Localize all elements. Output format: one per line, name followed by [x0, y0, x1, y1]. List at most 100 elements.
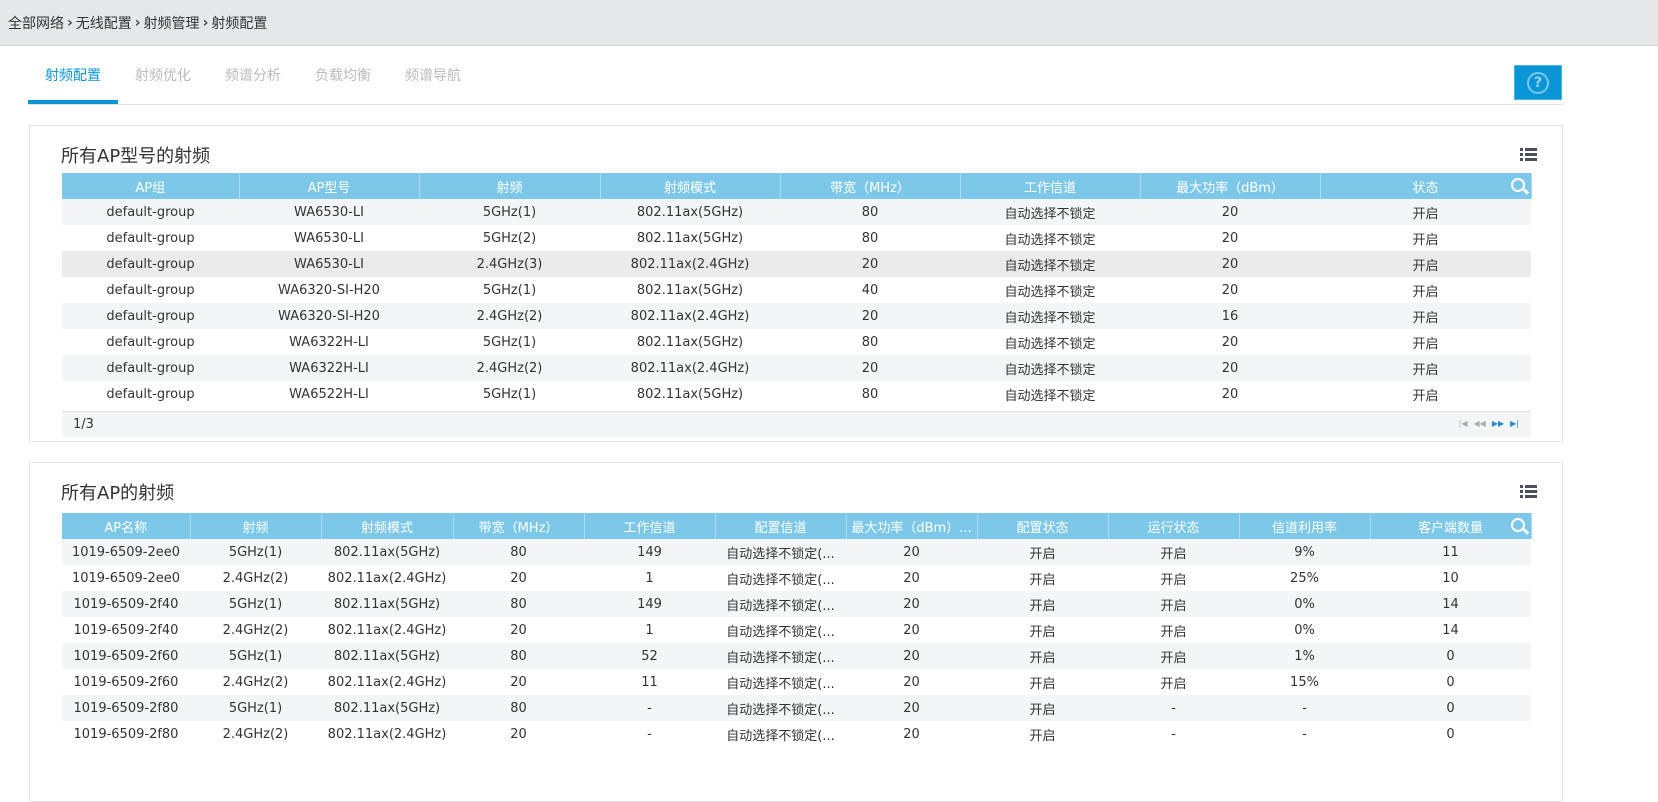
column-header[interactable]: 状态 — [1320, 173, 1532, 199]
table-row[interactable]: default-group WA6530-LI 5GHz(1) 802.11ax(5G… — [62, 199, 1531, 225]
table-row[interactable]: default-group WA6530-LI 5GHz(2) 802.11ax(5G… — [62, 225, 1531, 251]
table-cell: default-group — [106, 230, 195, 246]
table-cell: 开启 — [1412, 336, 1439, 352]
table-row[interactable]: default-group WA6522H-LI 5GHz(1) 802.11ax(5… — [62, 381, 1531, 407]
column-header[interactable]: 带宽（MHz） — [453, 513, 585, 539]
table-cell: 5GHz(1) — [190, 695, 321, 721]
tab-radio-optimization[interactable]: 射频优化 — [118, 56, 208, 104]
table-cell: 40 — [861, 282, 879, 298]
table-row[interactable]: 1019-6509-2f40 2.4GHz(2) 802.11ax(2.4GHz) 2… — [62, 617, 1531, 643]
column-header[interactable]: AP型号 — [239, 173, 420, 199]
table-row[interactable]: default-group WA6320-SI-H20 5GHz(1) 802.11a… — [62, 277, 1531, 303]
list-menu-icon[interactable] — [1520, 148, 1537, 161]
column-header-label: 带宽（MHz） — [478, 520, 559, 536]
table-cell: WA6530-LI — [294, 230, 364, 246]
table-cell: 802.11ax(5GHz) — [636, 386, 744, 402]
column-header[interactable]: 射频 — [190, 513, 322, 539]
table-row[interactable]: 1019-6509-2f80 5GHz(1) 802.11ax(5GHz) 80- 自动… — [62, 695, 1531, 721]
column-header[interactable]: 配置信道 — [715, 513, 847, 539]
column-header[interactable]: 配置状态 — [977, 513, 1109, 539]
breadcrumb-item[interactable]: 全部网络 — [8, 13, 64, 33]
table-row[interactable]: 1019-6509-2f60 5GHz(1) 802.11ax(5GHz) 80 52 自… — [62, 643, 1531, 669]
breadcrumb-item[interactable]: 无线配置 — [76, 13, 132, 33]
column-header-label: 射频模式 — [360, 520, 413, 536]
column-header[interactable]: 最大功率（dBm） — [1140, 173, 1321, 199]
tab-spectrum-navigation[interactable]: 频谱导航 — [388, 56, 478, 104]
table-cell: 0 — [1370, 643, 1531, 669]
table-cell: 自动选择不锁定 — [960, 303, 1140, 329]
first-page-icon[interactable]: |◀ — [1459, 419, 1468, 428]
table-cell: default-group — [106, 334, 195, 350]
breadcrumb-item[interactable]: 射频管理 — [144, 13, 200, 33]
column-header[interactable]: 客户端数量 — [1370, 513, 1532, 539]
column-header[interactable]: 射频 — [419, 173, 601, 199]
table-cell: 自动选择不锁定 — [1004, 232, 1096, 248]
last-page-icon[interactable]: ▶| — [1510, 419, 1519, 428]
table-row[interactable]: default-group WA6320-SI-H20 2.4GHz(2) 802.1… — [62, 303, 1531, 329]
table-cell: 802.11ax(2.4GHz) — [600, 355, 780, 381]
table-row[interactable]: 1019-6509-2f80 2.4GHz(2) 802.11ax(2.4GHz) 2… — [62, 721, 1531, 747]
column-header[interactable]: 工作信道 — [960, 173, 1141, 199]
column-header-label: 射频 — [242, 520, 269, 536]
tab-radio-config[interactable]: 射频配置 — [28, 56, 118, 104]
table-row[interactable]: default-group WA6322H-LI 5GHz(1) 802.11ax(5… — [62, 329, 1531, 355]
table-row[interactable]: 1019-6509-2f60 2.4GHz(2) 802.11ax(2.4GHz) 2… — [62, 669, 1531, 695]
prev-page-icon[interactable]: ◀◀ — [1474, 419, 1486, 428]
table-cell: 开启 — [1320, 355, 1531, 381]
table-cell: 20 — [846, 695, 977, 721]
table-cell: 80 — [861, 386, 879, 402]
table-cell: 20 — [780, 303, 960, 329]
ap-radio-panel: 所有AP的射频 AP名称 射频 射频模式 带宽（MHz） 工作信道 配置信道 最大功率（dB… — [29, 462, 1563, 802]
table-cell: 1019-6509-2f40 — [62, 591, 190, 617]
table-row[interactable]: 1019-6509-2ee0 5GHz(1) 802.11ax(5GHz) 80 149… — [62, 539, 1531, 565]
table-cell: 1019-6509-2ee0 — [62, 539, 190, 565]
table-cell: 14 — [1370, 591, 1531, 617]
table-cell: 自动选择不锁定(... — [726, 728, 835, 744]
column-header[interactable]: 最大功率（dBm）... — [846, 513, 978, 539]
table-cell: WA6530-LI — [239, 251, 419, 277]
table-cell: 1 — [645, 622, 654, 638]
table-cell: 80 — [861, 230, 879, 246]
column-header[interactable]: 工作信道 — [584, 513, 716, 539]
column-header-label: 最大功率（dBm） — [1176, 180, 1284, 196]
table-cell: 5GHz(1) — [190, 643, 321, 669]
table-cell: 开启 — [977, 643, 1108, 669]
table-row[interactable]: default-group WA6530-LI 2.4GHz(3) 802.11ax(… — [62, 251, 1531, 277]
table-cell: 2.4GHz(2) — [419, 303, 600, 329]
search-icon[interactable] — [1510, 518, 1525, 532]
table-cell: 开启 — [1160, 624, 1187, 640]
table-row[interactable]: default-group WA6322H-LI 2.4GHz(2) 802.11ax… — [62, 355, 1531, 381]
column-header[interactable]: 射频模式 — [321, 513, 454, 539]
table-cell: 149 — [584, 539, 715, 565]
table-cell: 2.4GHz(2) — [222, 726, 289, 742]
table-cell: default-group — [106, 282, 195, 298]
column-header[interactable]: 射频模式 — [600, 173, 781, 199]
table-cell: 开启 — [1108, 539, 1239, 565]
table-row[interactable]: 1019-6509-2f40 5GHz(1) 802.11ax(5GHz) 80 149… — [62, 591, 1531, 617]
help-button[interactable]: ? — [1514, 65, 1562, 100]
table-row[interactable]: 1019-6509-2ee0 2.4GHz(2) 802.11ax(2.4GHz) 2… — [62, 565, 1531, 591]
table-cell: 20 — [780, 355, 960, 381]
table-cell: 0% — [1239, 591, 1370, 617]
table-cell: 802.11ax(5GHz) — [321, 695, 453, 721]
column-header[interactable]: 信道利用率 — [1239, 513, 1371, 539]
column-header[interactable]: AP名称 — [62, 513, 191, 539]
column-header[interactable]: 带宽（MHz） — [780, 173, 961, 199]
pagination: 1/3 |◀ ◀◀ ▶▶ ▶| — [62, 411, 1531, 437]
column-header-label: 射频模式 — [663, 180, 716, 196]
search-icon[interactable] — [1510, 178, 1525, 192]
ap-model-radio-table: AP组 AP型号 射频 射频模式 带宽（MHz） 工作信道 最大功率（dBm） 状态 defa… — [62, 173, 1532, 407]
breadcrumb-item: 射频配置 — [211, 15, 268, 32]
tab-spectrum-analysis[interactable]: 频谱分析 — [208, 56, 298, 104]
table-cell: 0% — [1294, 622, 1315, 638]
column-header-label: 信道利用率 — [1271, 520, 1337, 536]
table-cell: 开启 — [1029, 572, 1056, 588]
list-menu-icon[interactable] — [1520, 485, 1537, 498]
column-header[interactable]: 运行状态 — [1108, 513, 1240, 539]
table-cell: 20 — [1221, 230, 1239, 246]
tab-load-balance[interactable]: 负载均衡 — [298, 56, 388, 104]
table-cell: 10 — [1442, 570, 1459, 586]
column-header[interactable]: AP组 — [62, 173, 240, 199]
next-page-icon[interactable]: ▶▶ — [1492, 419, 1504, 428]
table-cell: default-group — [62, 251, 239, 277]
